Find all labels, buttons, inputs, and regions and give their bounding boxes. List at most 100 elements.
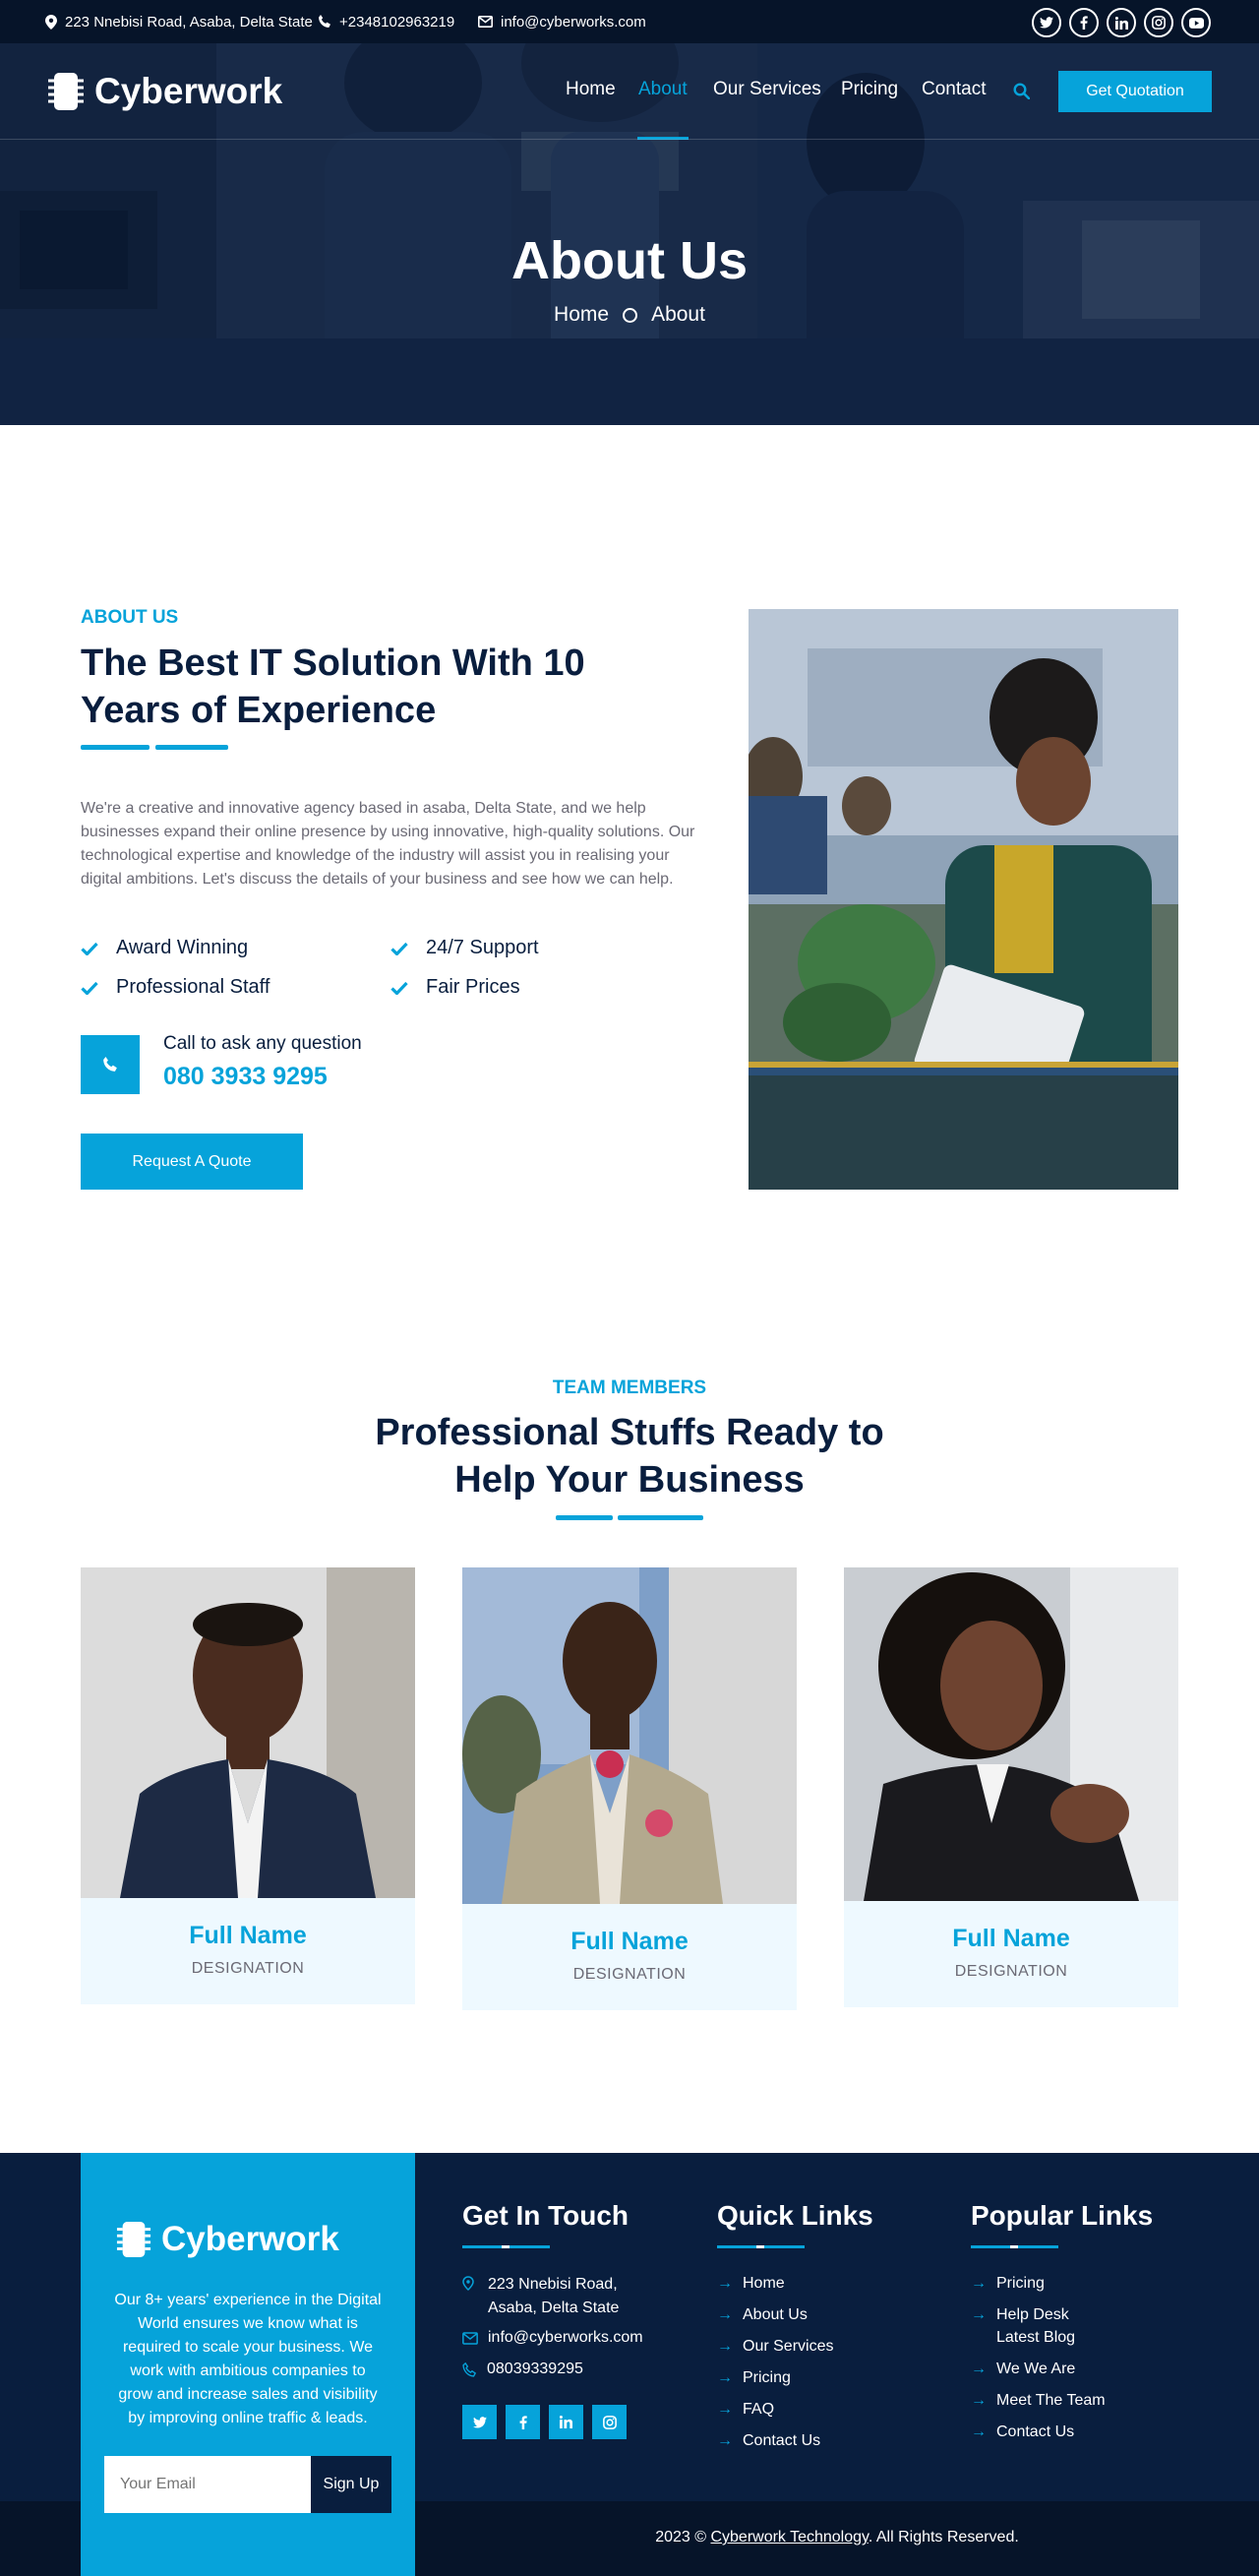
topbar-email-text: info@cyberworks.com bbox=[501, 13, 646, 31]
footer-logo-text: Cyberwork bbox=[161, 2220, 339, 2258]
footer-popular-underline bbox=[971, 2245, 1058, 2248]
search-button[interactable] bbox=[1013, 83, 1030, 99]
youtube-icon bbox=[1188, 17, 1204, 29]
popular-link-label: Help Desk bbox=[996, 2306, 1069, 2323]
topbar-phone[interactable]: +2348102963219 bbox=[318, 0, 454, 43]
quick-link-about-us[interactable]: → About Us bbox=[717, 2306, 808, 2324]
team-member-photo-3 bbox=[844, 1567, 1178, 1901]
facebook-icon bbox=[1080, 16, 1088, 30]
linkedin-link[interactable] bbox=[1107, 8, 1136, 37]
topbar-email[interactable]: info@cyberworks.com bbox=[478, 0, 646, 43]
map-pin-icon bbox=[462, 2276, 474, 2291]
twitter-icon bbox=[472, 2416, 487, 2428]
footer-address-line: Asaba, Delta State bbox=[488, 2300, 620, 2316]
quick-link-faq[interactable]: → FAQ bbox=[717, 2401, 774, 2419]
footer-about-line: Our 8+ years' experience in the Digital bbox=[114, 2292, 382, 2308]
feature-24-7-support: 24/7 Support bbox=[390, 937, 539, 959]
quick-link-label: Our Services bbox=[743, 2338, 834, 2355]
popular-link-pricing[interactable]: → Pricing bbox=[971, 2275, 1045, 2293]
team-title-line2: Help Your Business bbox=[454, 1459, 805, 1501]
copyright-company-link[interactable]: Cyberwork Technology bbox=[710, 2529, 868, 2545]
breadcrumb: Home About bbox=[0, 303, 1259, 327]
newsletter-signup-button[interactable]: Sign Up bbox=[311, 2456, 391, 2513]
topbar-address-text: 223 Nnebisi Road, Asaba, Delta State bbox=[65, 13, 313, 31]
site-logo[interactable]: Cyberwork bbox=[47, 71, 282, 112]
footer-contact-phone[interactable]: 08039339295 bbox=[462, 2361, 583, 2378]
facebook-link[interactable] bbox=[1069, 8, 1099, 37]
team-member-card-1: Full Name DESIGNATION bbox=[81, 1898, 415, 2004]
quick-link-our-services[interactable]: → Our Services bbox=[717, 2338, 833, 2356]
popular-link-contact-us[interactable]: → Contact Us bbox=[971, 2423, 1074, 2441]
quick-link-pricing[interactable]: → Pricing bbox=[717, 2369, 791, 2387]
youtube-link[interactable] bbox=[1181, 8, 1211, 37]
about-title-line1: The Best IT Solution With 10 bbox=[81, 643, 585, 684]
popular-link-label: We We Are bbox=[996, 2361, 1076, 2377]
footer-facebook-link[interactable] bbox=[506, 2405, 540, 2439]
quick-link-home[interactable]: → Home bbox=[717, 2275, 785, 2293]
feature-fair-prices: Fair Prices bbox=[390, 976, 520, 999]
team-member-designation: DESIGNATION bbox=[191, 1960, 305, 1977]
team-member-photo-1 bbox=[81, 1567, 415, 1898]
check-icon bbox=[81, 942, 98, 955]
instagram-link[interactable] bbox=[1144, 8, 1173, 37]
topbar-address: 223 Nnebisi Road, Asaba, Delta State bbox=[45, 0, 313, 43]
team-member-card-3: Full Name DESIGNATION bbox=[844, 1901, 1178, 2007]
nav-our-services[interactable]: Our Services bbox=[713, 79, 821, 100]
footer-twitter-link[interactable] bbox=[462, 2405, 497, 2439]
phone-icon bbox=[462, 2361, 477, 2377]
footer-contact-email[interactable]: info@cyberworks.com bbox=[462, 2329, 643, 2347]
nav-pricing[interactable]: Pricing bbox=[841, 79, 898, 100]
feature-label: Award Winning bbox=[116, 937, 249, 958]
newsletter-email-input[interactable] bbox=[104, 2456, 311, 2513]
linkedin-icon bbox=[1114, 16, 1128, 30]
breadcrumb-home[interactable]: Home bbox=[554, 303, 609, 327]
nav-home[interactable]: Home bbox=[566, 79, 616, 100]
popular-link-meet-the-team[interactable]: → Meet The Team bbox=[971, 2392, 1106, 2410]
about-photo bbox=[749, 609, 1178, 1190]
get-quotation-button[interactable]: Get Quotation bbox=[1058, 71, 1212, 112]
footer-logo[interactable]: Cyberwork bbox=[116, 2220, 339, 2259]
arrow-right-icon: → bbox=[717, 2275, 733, 2292]
chip-logo-icon bbox=[116, 2222, 151, 2257]
check-icon bbox=[390, 981, 408, 995]
facebook-icon bbox=[519, 2415, 527, 2429]
team-title-line1: Professional Stuffs Ready to bbox=[375, 1412, 884, 1453]
phone-icon bbox=[103, 1057, 117, 1072]
quick-link-label: Home bbox=[743, 2275, 785, 2292]
nav-divider bbox=[0, 139, 1259, 140]
team-member-name: Full Name bbox=[570, 1928, 689, 1955]
copyright-prefix: 2023 © bbox=[655, 2529, 711, 2545]
footer-linkedin-link[interactable] bbox=[549, 2405, 583, 2439]
call-icon-box[interactable] bbox=[81, 1035, 140, 1094]
page-title: About Us bbox=[511, 231, 748, 290]
footer-about-line: World ensures we know what is bbox=[138, 2315, 358, 2332]
team-member-photo-2 bbox=[462, 1567, 797, 1904]
about-title: The Best IT Solution With 10 Years of Ex… bbox=[81, 640, 710, 734]
feature-professional-staff: Professional Staff bbox=[81, 976, 270, 999]
footer-contact-underline bbox=[462, 2245, 550, 2248]
footer-email-text: info@cyberworks.com bbox=[488, 2329, 643, 2346]
footer-contact-title: Get In Touch bbox=[462, 2200, 630, 2231]
popular-link-latest-blog[interactable]: →Latest Blog bbox=[971, 2329, 1075, 2347]
team-eyebrow: TEAM MEMBERS bbox=[552, 1378, 707, 1398]
nav-about[interactable]: About bbox=[638, 79, 688, 100]
feature-label: 24/7 Support bbox=[426, 937, 539, 958]
twitter-icon bbox=[1040, 17, 1053, 29]
request-quote-button[interactable]: Request A Quote bbox=[81, 1134, 303, 1190]
popular-link-label: Meet The Team bbox=[996, 2392, 1106, 2409]
arrow-right-icon: → bbox=[717, 2306, 733, 2323]
call-label: Call to ask any question bbox=[163, 1033, 362, 1054]
popular-link-help-desk[interactable]: → Help Desk bbox=[971, 2306, 1069, 2324]
team-member-designation: DESIGNATION bbox=[954, 1963, 1068, 1980]
nav-contact[interactable]: Contact bbox=[922, 79, 986, 100]
arrow-right-icon: → bbox=[717, 2338, 733, 2355]
twitter-link[interactable] bbox=[1032, 8, 1061, 37]
team-title: Professional Stuffs Ready to Help Your B… bbox=[0, 1409, 1259, 1503]
popular-link-we-we-are[interactable]: → We We Are bbox=[971, 2361, 1075, 2378]
footer-instagram-link[interactable] bbox=[592, 2405, 627, 2439]
envelope-icon bbox=[462, 2331, 478, 2345]
footer-about-line: by improving online traffic & leads. bbox=[128, 2410, 368, 2426]
footer-phone-text: 08039339295 bbox=[487, 2361, 583, 2377]
call-number[interactable]: 080 3933 9295 bbox=[163, 1063, 328, 1091]
quick-link-contact-us[interactable]: → Contact Us bbox=[717, 2432, 820, 2450]
